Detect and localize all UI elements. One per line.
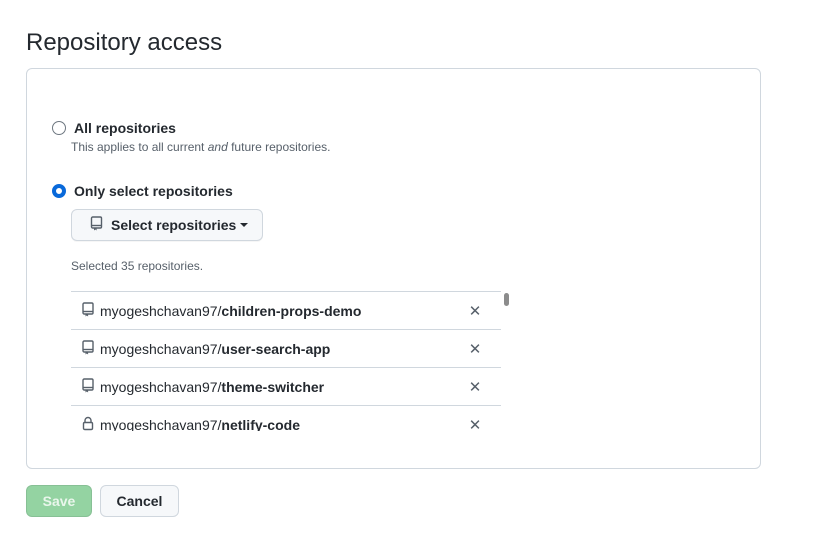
repository-name: myogeshchavan97/netlify-code xyxy=(100,416,300,432)
repository-name: myogeshchavan97/user-search-app xyxy=(100,340,331,357)
remove-repository-button[interactable]: ✕ xyxy=(467,303,483,320)
repo-icon xyxy=(82,377,94,396)
list-item: myogeshchavan97/children-props-demo ✕ xyxy=(71,292,501,330)
repo-icon xyxy=(82,301,94,320)
remove-repository-button[interactable]: ✕ xyxy=(467,417,483,432)
lock-icon xyxy=(82,416,94,432)
repository-name: myogeshchavan97/theme-switcher xyxy=(100,378,325,395)
all-repositories-label[interactable]: All repositories xyxy=(74,119,176,137)
select-repositories-button[interactable]: Select repositories xyxy=(71,209,263,241)
select-repositories-label: Select repositories xyxy=(111,217,237,233)
remove-repository-button[interactable]: ✕ xyxy=(467,341,483,358)
list-item: myogeshchavan97/netlify-code ✕ xyxy=(71,406,501,431)
only-select-repositories-radio[interactable] xyxy=(52,184,66,198)
list-item: myogeshchavan97/user-search-app ✕ xyxy=(71,330,501,368)
selected-count: Selected 35 repositories. xyxy=(71,259,204,273)
list-item: myogeshchavan97/theme-switcher ✕ xyxy=(71,368,501,406)
all-repositories-radio[interactable] xyxy=(52,121,66,135)
remove-repository-button[interactable]: ✕ xyxy=(467,379,483,396)
repo-icon xyxy=(82,339,94,358)
repository-access-panel: All repositories This applies to all cur… xyxy=(26,68,761,469)
all-repositories-note: This applies to all current and future r… xyxy=(71,140,331,154)
repo-icon xyxy=(90,216,103,234)
selected-repositories-list[interactable]: myogeshchavan97/children-props-demo ✕ my… xyxy=(71,291,501,431)
save-button[interactable]: Save xyxy=(26,485,92,517)
only-select-repositories-label[interactable]: Only select repositories xyxy=(74,182,233,200)
list-scrollbar[interactable] xyxy=(504,293,509,306)
repository-name: myogeshchavan97/children-props-demo xyxy=(100,302,362,319)
cancel-button[interactable]: Cancel xyxy=(100,485,179,517)
page-title: Repository access xyxy=(26,29,223,56)
chevron-down-icon xyxy=(240,223,249,227)
